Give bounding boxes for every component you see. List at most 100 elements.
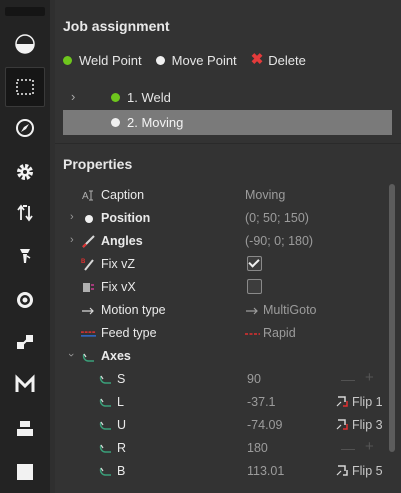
axis-row-r: R 180 — + — [63, 437, 383, 460]
toolbar-grip — [5, 7, 45, 16]
flip-arrows-icon[interactable] — [5, 193, 45, 233]
increment-button[interactable]: + — [365, 438, 374, 455]
axis-value[interactable]: -74.09 — [247, 418, 282, 432]
axis-row-s: S 90 — + — [63, 368, 383, 391]
axis-name: S — [117, 372, 126, 386]
gear-icon[interactable] — [5, 152, 45, 192]
axis-row-l: L -37.1 Flip 1 — [63, 391, 383, 414]
link-icon[interactable] — [5, 322, 45, 362]
weld-point-button[interactable]: Weld Point — [63, 53, 142, 68]
green-dot-icon — [63, 55, 72, 65]
white-dot-icon — [81, 211, 96, 226]
m-logo-icon[interactable] — [5, 365, 45, 405]
position-value[interactable]: (0; 50; 150) — [245, 211, 309, 225]
axis-icon — [99, 375, 111, 384]
axis-value[interactable]: 90 — [247, 372, 261, 386]
chevron-right-icon[interactable]: › — [71, 89, 75, 104]
arrow-right-icon — [81, 303, 96, 318]
axis-value[interactable]: 113.01 — [247, 464, 284, 478]
job-toolbar: Weld Point Move Point ✖ Delete — [63, 50, 320, 70]
motion-type-row: Motion type MultiGoto — [63, 299, 383, 322]
position-row: › Position (0; 50; 150) — [63, 207, 383, 230]
chevron-down-icon[interactable]: › — [65, 353, 77, 357]
motion-type-label: Motion type — [101, 303, 166, 317]
weld-point-label: Weld Point — [79, 52, 142, 68]
caption-label: Caption — [101, 188, 145, 202]
caption-value[interactable]: Moving — [245, 188, 285, 202]
decrement-button[interactable]: — — [341, 371, 355, 387]
axis-value[interactable]: -37.1 — [247, 395, 276, 409]
pie-icon[interactable] — [5, 24, 45, 64]
fix-vx-label: Fix vX — [101, 280, 136, 294]
flip-label: Flip 3 — [352, 417, 383, 432]
svg-text:A: A — [82, 191, 89, 202]
fix-vx-icon — [81, 280, 96, 295]
caption-icon: A — [81, 188, 96, 203]
fix-vx-row: Fix vX — [63, 276, 383, 299]
axis-name: R — [117, 441, 127, 455]
angles-value[interactable]: (-90; 0; 180) — [245, 234, 313, 248]
angles-icon — [81, 234, 96, 249]
properties-title: Properties — [63, 156, 133, 172]
increment-button[interactable]: + — [365, 369, 374, 386]
properties-scrollbar[interactable] — [389, 184, 395, 452]
job-assignment-title: Job assignment — [63, 18, 170, 34]
section-divider — [55, 143, 401, 144]
motion-type-value[interactable]: MultiGoto — [245, 303, 317, 317]
axis-icon — [99, 444, 111, 453]
axis-value[interactable]: 180 — [247, 441, 268, 455]
axis-row-u: U -74.09 Flip 3 — [63, 414, 383, 437]
flip-label: Flip 5 — [352, 463, 383, 478]
move-point-button[interactable]: Move Point — [155, 52, 237, 68]
delete-x-icon: ✖ — [250, 51, 264, 68]
caption-row: A Caption Moving — [63, 184, 383, 207]
flip-icon — [336, 419, 348, 430]
white-dot-icon — [155, 55, 165, 65]
dashed-line-icon — [245, 332, 260, 335]
square-icon[interactable] — [5, 452, 45, 492]
axis-name: B — [117, 464, 126, 478]
torch-icon[interactable] — [5, 236, 45, 276]
move-point-label: Move Point — [171, 52, 237, 68]
flip-button[interactable]: Flip 5 — [335, 463, 383, 478]
dotted-rect-icon[interactable] — [5, 67, 45, 107]
axis-icon — [99, 467, 111, 476]
axes-icon — [81, 349, 96, 364]
target-icon[interactable] — [5, 280, 45, 320]
axes-row: › Axes — [63, 345, 383, 368]
stack-icon[interactable] — [5, 408, 45, 448]
fix-vz-checkbox[interactable] — [247, 256, 262, 271]
axis-name: U — [117, 418, 127, 432]
job-item-moving[interactable]: 2. Moving — [63, 110, 392, 135]
left-toolbar — [0, 0, 50, 493]
decrement-button[interactable]: — — [341, 440, 355, 456]
feed-type-value[interactable]: Rapid — [245, 326, 296, 340]
job-item-label: 1. Weld — [127, 90, 171, 105]
arrow-right-icon — [246, 307, 258, 315]
axis-icon — [99, 421, 111, 430]
flip-button[interactable]: Flip 1 — [335, 394, 383, 409]
feed-type-icon — [81, 326, 96, 341]
axes-label: Axes — [101, 349, 131, 363]
job-list: › 1. Weld 2. Moving — [63, 85, 392, 135]
angles-label: Angles — [101, 234, 143, 248]
properties-grid: A Caption Moving › Position (0; 50; 150)… — [63, 184, 383, 483]
job-item-weld[interactable]: › 1. Weld — [63, 85, 392, 110]
green-dot-icon — [111, 93, 120, 102]
chevron-right-icon[interactable]: › — [70, 234, 74, 246]
fix-vx-checkbox[interactable] — [247, 279, 262, 294]
flip-label: Flip 1 — [352, 394, 383, 409]
flip-icon — [336, 465, 348, 476]
delete-button[interactable]: ✖ Delete — [250, 51, 306, 68]
feed-type-row: Feed type Rapid — [63, 322, 383, 345]
compass-icon[interactable] — [5, 108, 45, 148]
axis-name: L — [117, 395, 124, 409]
chevron-right-icon[interactable]: › — [70, 211, 74, 223]
motion-type-text: MultiGoto — [263, 303, 317, 317]
flip-icon — [336, 396, 348, 407]
fix-vz-icon: B — [81, 257, 96, 272]
flip-button[interactable]: Flip 3 — [335, 417, 383, 432]
position-label: Position — [101, 211, 151, 225]
fix-vz-row: B Fix vZ — [63, 253, 383, 276]
delete-label: Delete — [268, 52, 306, 68]
